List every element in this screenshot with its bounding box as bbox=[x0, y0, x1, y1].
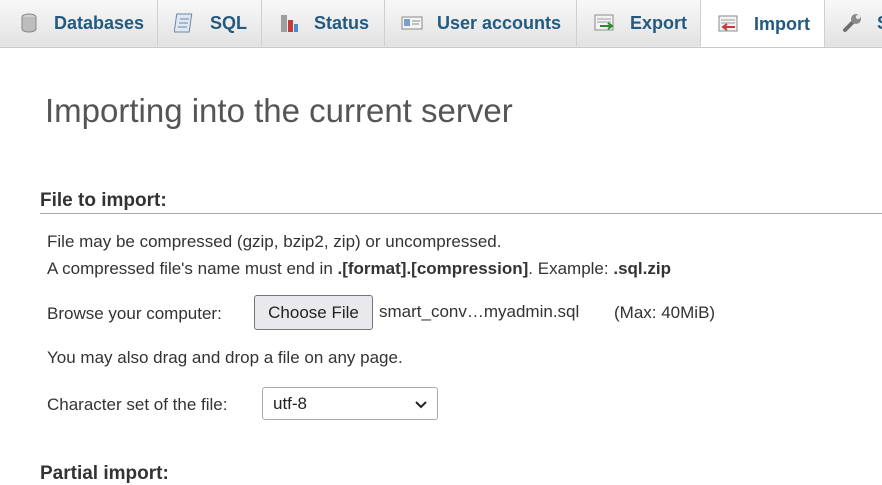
selected-file-name: smart_conv…myadmin.sql bbox=[379, 302, 580, 321]
tab-user-accounts[interactable]: User accounts bbox=[385, 0, 577, 46]
choose-file-button[interactable]: Choose File bbox=[254, 295, 373, 330]
filename-format: .[format].[compression] bbox=[337, 259, 529, 278]
tab-label: Import bbox=[754, 13, 810, 34]
tab-label: Databases bbox=[54, 12, 145, 33]
drag-drop-note: You may also drag and drop a file on any… bbox=[47, 348, 403, 367]
user-accounts-icon bbox=[401, 12, 423, 34]
tab-export[interactable]: Export bbox=[577, 0, 701, 46]
compression-note: File may be compressed (gzip, bzip2, zip… bbox=[47, 232, 502, 251]
export-icon bbox=[594, 12, 616, 34]
partial-import-legend: Partial import: bbox=[40, 463, 169, 484]
tab-databases[interactable]: Databases bbox=[0, 0, 158, 46]
sql-icon bbox=[174, 12, 196, 34]
tab-label: Export bbox=[630, 12, 688, 33]
tab-label: User accounts bbox=[437, 12, 562, 33]
filename-example: .sql.zip bbox=[613, 259, 671, 278]
tab-status[interactable]: Status bbox=[262, 0, 385, 46]
tab-label: S bbox=[877, 13, 882, 34]
tab-label: Status bbox=[314, 12, 370, 33]
chevron-down-icon bbox=[415, 401, 427, 409]
section-divider bbox=[40, 213, 882, 214]
charset-select[interactable]: utf-8 bbox=[262, 387, 438, 420]
tab-settings-partial[interactable]: S bbox=[825, 0, 882, 46]
file-to-import-legend: File to import: bbox=[40, 190, 167, 211]
database-icon bbox=[18, 12, 40, 34]
tab-label: SQL bbox=[210, 12, 248, 33]
import-icon bbox=[718, 13, 740, 35]
status-icon bbox=[278, 12, 300, 34]
filename-note: A compressed file's name must end in .[f… bbox=[47, 259, 671, 279]
browse-label: Browse your computer: bbox=[47, 304, 222, 323]
top-tab-bar: Databases SQL Status User accounts Expor… bbox=[0, 0, 882, 48]
wrench-icon bbox=[841, 12, 863, 34]
tab-import[interactable]: Import bbox=[701, 0, 825, 47]
charset-label: Character set of the file: bbox=[47, 395, 228, 414]
charset-selected-value: utf-8 bbox=[273, 393, 308, 413]
filename-note-mid: . Example: bbox=[528, 259, 614, 278]
filename-note-prefix: A compressed file's name must end in bbox=[47, 259, 338, 278]
page-title: Importing into the current server bbox=[45, 92, 513, 129]
max-upload-size: (Max: 40MiB) bbox=[614, 303, 716, 322]
tab-sql[interactable]: SQL bbox=[158, 0, 262, 46]
